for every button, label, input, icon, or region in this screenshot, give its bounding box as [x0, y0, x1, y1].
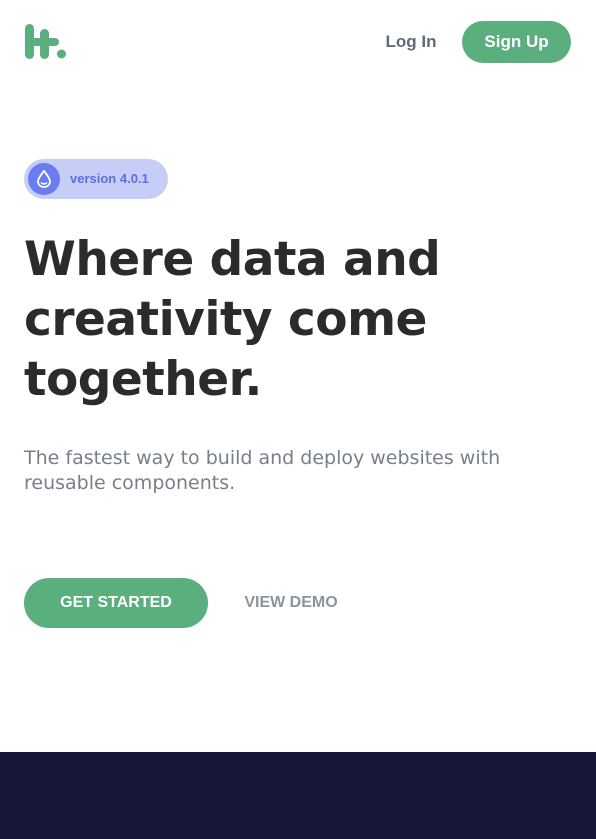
hero-headline: Where data and creativity come together. [24, 230, 564, 410]
subtitle-line: reusable components. [24, 472, 236, 494]
dark-section-band [0, 752, 596, 839]
site-header: Log In Sign Up [0, 0, 596, 84]
version-badge[interactable]: version 4.0.1 [24, 159, 168, 199]
view-demo-link[interactable]: VIEW DEMO [236, 578, 346, 628]
hero-subtitle: The fastest way to build and deploy webs… [24, 446, 564, 496]
droplet-icon [28, 163, 60, 195]
signup-button[interactable]: Sign Up [462, 21, 571, 63]
subtitle-line: The fastest way to build and deploy webs… [24, 447, 501, 469]
headline-line: together. [24, 352, 262, 407]
brand-logo-icon[interactable] [24, 23, 68, 61]
login-link[interactable]: Log In [380, 22, 442, 62]
get-started-button[interactable]: GET STARTED [24, 578, 208, 628]
headline-line: Where data and [24, 232, 441, 287]
headline-line: creativity come [24, 292, 427, 347]
version-label: version 4.0.1 [70, 171, 149, 186]
